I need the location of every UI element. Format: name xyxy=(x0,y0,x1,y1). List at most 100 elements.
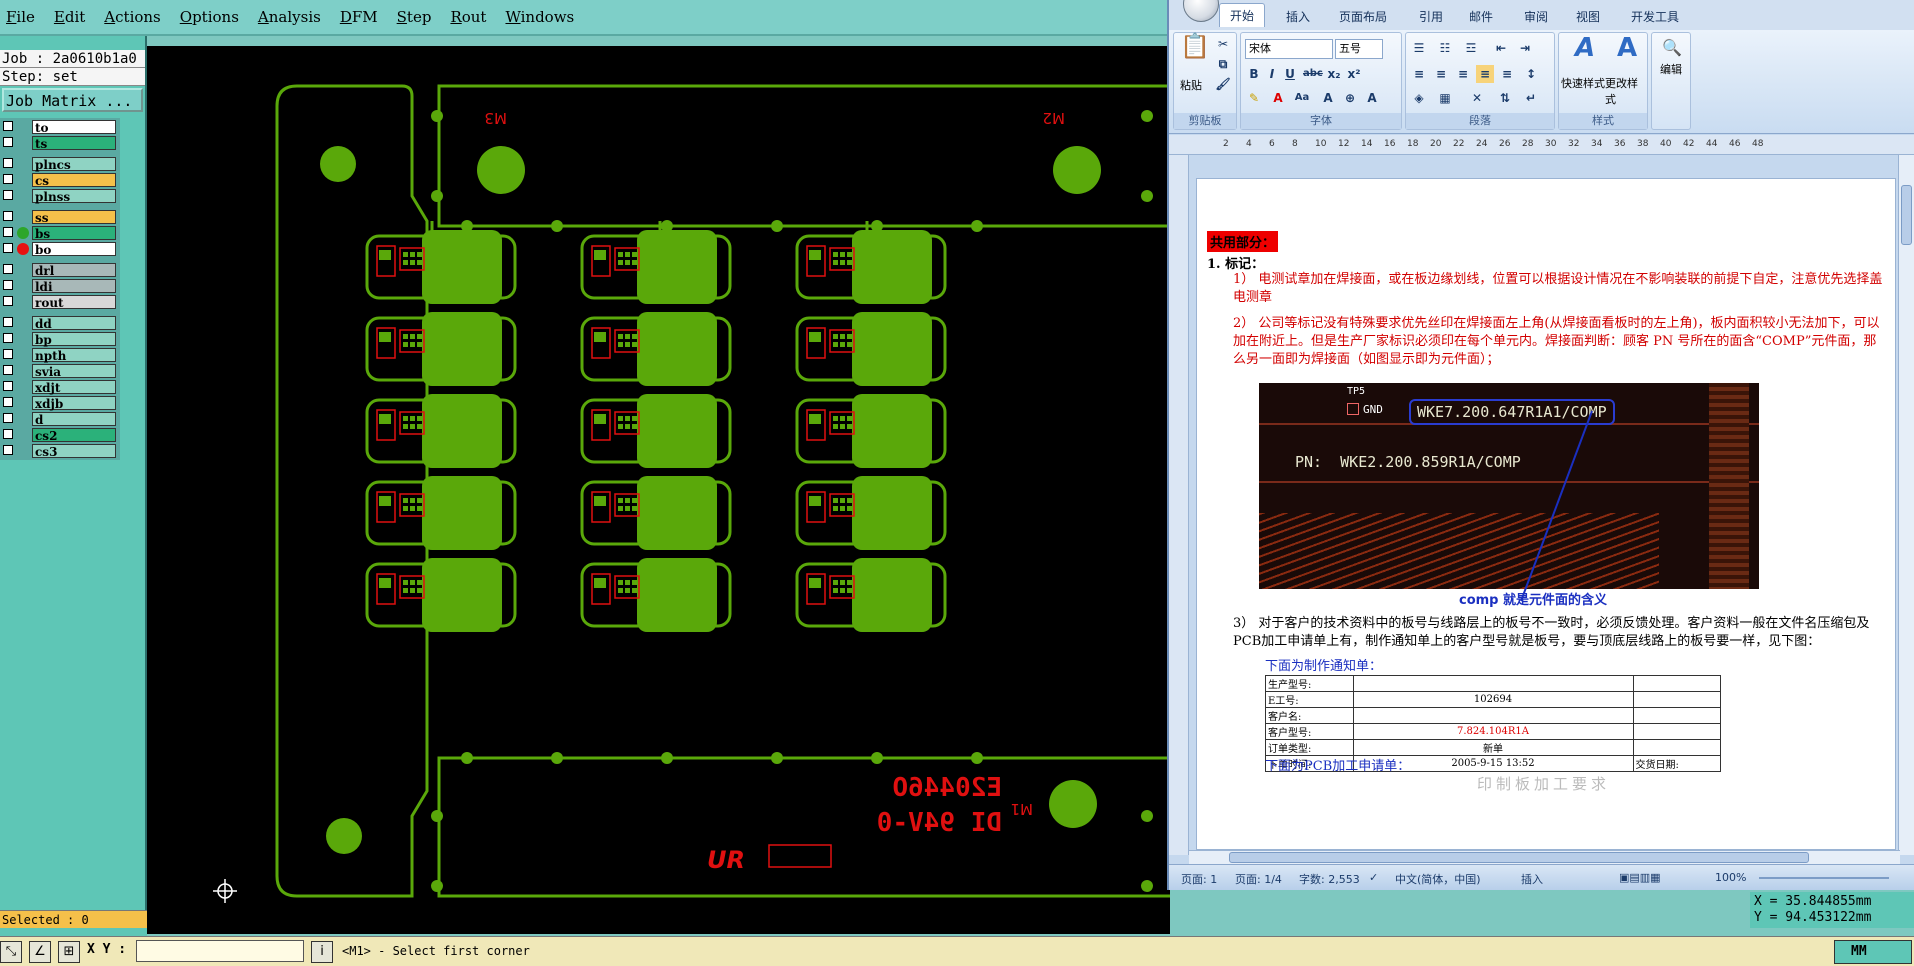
layer-row-plncs[interactable]: plncs xyxy=(0,156,120,172)
office-button-icon[interactable] xyxy=(1183,0,1219,22)
pcb-canvas[interactable]: M3 M2 M1 E20446O DI 94V-0 UR xyxy=(147,46,1170,934)
layer-row-svia[interactable]: svia xyxy=(0,363,120,379)
justify-icon[interactable]: ≡ xyxy=(1476,65,1494,83)
layer-checkbox[interactable] xyxy=(3,349,13,359)
zoom-fit-icon[interactable]: ⤡ xyxy=(0,941,22,963)
tab-insert[interactable]: 插入 xyxy=(1286,8,1310,25)
align-center-icon[interactable]: ≡ xyxy=(1432,65,1450,83)
layer-name[interactable]: to xyxy=(32,120,116,135)
align-left-icon[interactable]: ≡ xyxy=(1410,65,1428,83)
status-pages[interactable]: 页面: 1/4 xyxy=(1235,871,1282,887)
strikethrough-icon[interactable]: abc xyxy=(1303,65,1323,83)
layer-row-bp[interactable]: bp xyxy=(0,331,120,347)
layer-row-xdjb[interactable]: xdjb xyxy=(0,395,120,411)
layer-checkbox[interactable] xyxy=(3,397,13,407)
quick-styles-icon[interactable]: A xyxy=(1573,35,1597,67)
tab-view[interactable]: 视图 xyxy=(1576,8,1600,25)
bold-icon[interactable]: B xyxy=(1245,65,1263,83)
layer-checkbox[interactable] xyxy=(3,381,13,391)
layer-checkbox[interactable] xyxy=(3,445,13,455)
asian-layout-icon[interactable]: ✕ xyxy=(1468,89,1486,107)
xy-input[interactable] xyxy=(136,940,304,962)
info-icon[interactable]: i xyxy=(311,941,333,963)
layer-name[interactable]: bp xyxy=(32,332,116,347)
tab-home[interactable]: 开始 xyxy=(1219,3,1266,27)
tab-developer[interactable]: 开发工具 xyxy=(1631,8,1679,25)
status-language[interactable]: 中文(简体，中国) xyxy=(1395,871,1481,887)
tab-mailings[interactable]: 邮件 xyxy=(1469,8,1493,25)
scroll-thumb[interactable] xyxy=(1901,185,1912,245)
cut-icon[interactable]: ✂ xyxy=(1214,35,1232,53)
paste-label[interactable]: 粘贴 xyxy=(1180,77,1202,93)
menu-dfm[interactable]: DFM xyxy=(340,8,378,26)
increase-indent-icon[interactable]: ⇥ xyxy=(1516,39,1534,57)
layer-row-ss[interactable]: ss xyxy=(0,209,120,225)
document-page[interactable]: 共用部分： 1. 标记： 1） 电测试章加在焊接面，或在板边缘划线，位置可以根据… xyxy=(1196,178,1896,850)
layer-checkbox[interactable] xyxy=(3,413,13,423)
layer-name[interactable]: plnss xyxy=(32,189,116,204)
menu-rout[interactable]: Rout xyxy=(450,8,486,26)
font-size-select[interactable]: 五号 xyxy=(1335,39,1383,59)
numbering-icon[interactable]: ☷ xyxy=(1436,39,1454,57)
tab-references[interactable]: 引用 xyxy=(1419,8,1443,25)
edit-label[interactable]: 编辑 xyxy=(1660,61,1682,77)
change-case-icon[interactable]: Aa xyxy=(1293,89,1311,107)
layer-name[interactable]: dd xyxy=(32,316,116,331)
layer-name[interactable]: rout xyxy=(32,295,116,310)
enclose-char-icon[interactable]: ⊕ xyxy=(1341,89,1359,107)
horizontal-ruler[interactable]: 2 4 6 8 10 12 14 16 18 20 22 24 26 28 30 32 34 36 38 40 42 44… xyxy=(1169,135,1914,155)
layer-name[interactable]: svia xyxy=(32,364,116,379)
layer-row-cs3[interactable]: cs3 xyxy=(0,443,120,459)
highlight-icon[interactable]: ✎ xyxy=(1245,89,1263,107)
paste-icon[interactable]: 📋 xyxy=(1180,34,1210,71)
spellcheck-icon[interactable]: ✓ xyxy=(1369,871,1378,884)
status-page[interactable]: 页面: 1 xyxy=(1181,871,1217,887)
layer-checkbox[interactable] xyxy=(3,227,13,237)
hscroll-thumb[interactable] xyxy=(1229,852,1809,863)
shading-icon[interactable]: ◈ xyxy=(1410,89,1428,107)
layer-name[interactable]: ldi xyxy=(32,279,116,294)
copy-icon[interactable]: ⧉ xyxy=(1214,55,1232,73)
layer-row-dd[interactable]: dd xyxy=(0,315,120,331)
layer-row-bs[interactable]: bs xyxy=(0,225,120,241)
font-color-icon[interactable]: A xyxy=(1269,89,1287,107)
line-spacing-icon[interactable]: ↕ xyxy=(1522,65,1540,83)
menu-edit[interactable]: Edit xyxy=(54,8,85,26)
show-marks-icon[interactable]: ↵ xyxy=(1522,89,1540,107)
layer-name[interactable]: npth xyxy=(32,348,116,363)
layer-checkbox[interactable] xyxy=(3,296,13,306)
layer-checkbox[interactable] xyxy=(3,158,13,168)
layer-checkbox[interactable] xyxy=(3,121,13,131)
layer-row-drl[interactable]: drl xyxy=(0,262,120,278)
layer-checkbox[interactable] xyxy=(3,264,13,274)
layer-checkbox[interactable] xyxy=(3,280,13,290)
menu-options[interactable]: Options xyxy=(180,8,239,26)
quick-styles-label[interactable]: 快速样式 xyxy=(1561,75,1605,91)
borders-icon[interactable]: ▦ xyxy=(1436,89,1454,107)
underline-icon[interactable]: U xyxy=(1281,65,1299,83)
layer-checkbox[interactable] xyxy=(3,174,13,184)
tab-review[interactable]: 审阅 xyxy=(1524,8,1548,25)
status-zoom[interactable]: 100% xyxy=(1715,871,1746,884)
layer-row-npth[interactable]: npth xyxy=(0,347,120,363)
layer-name[interactable]: bo xyxy=(32,242,116,257)
vertical-scrollbar[interactable] xyxy=(1898,155,1914,855)
layer-checkbox[interactable] xyxy=(3,429,13,439)
menu-actions[interactable]: Actions xyxy=(104,8,160,26)
layer-checkbox[interactable] xyxy=(3,365,13,375)
font-name-select[interactable]: 宋体 xyxy=(1245,39,1333,59)
layer-checkbox[interactable] xyxy=(3,243,13,253)
decrease-indent-icon[interactable]: ⇤ xyxy=(1492,39,1510,57)
layer-name[interactable]: ts xyxy=(32,136,116,151)
distribute-icon[interactable]: ≡ xyxy=(1498,65,1516,83)
layer-checkbox[interactable] xyxy=(3,211,13,221)
layer-name[interactable]: bs xyxy=(32,226,116,241)
layer-row-ldi[interactable]: ldi xyxy=(0,278,120,294)
layer-row-rout[interactable]: rout xyxy=(0,294,120,310)
horizontal-scrollbar[interactable] xyxy=(1189,850,1900,864)
layer-checkbox[interactable] xyxy=(3,190,13,200)
bullets-icon[interactable]: ☰ xyxy=(1410,39,1428,57)
subscript-icon[interactable]: x₂ xyxy=(1325,65,1343,83)
tab-layout[interactable]: 页面布局 xyxy=(1339,8,1387,25)
format-painter-icon[interactable]: 🖌 xyxy=(1214,75,1232,93)
